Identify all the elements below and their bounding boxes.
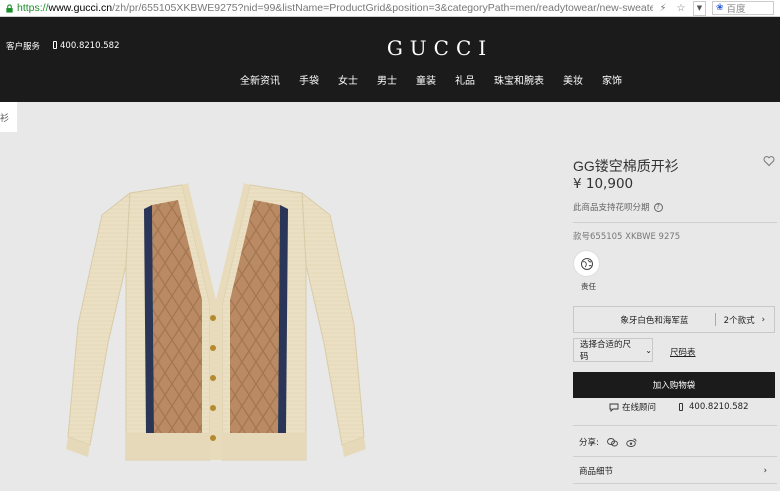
color-name: 象牙白色和海军蓝 <box>620 315 689 326</box>
divider <box>573 456 777 457</box>
product-details-row[interactable]: 商品细节 › <box>573 460 777 482</box>
lock-icon <box>6 3 13 13</box>
contact-phone-number: 400.8210.582 <box>689 402 749 412</box>
chevron-right-icon: › <box>761 314 765 325</box>
url-host: www.gucci.cn <box>48 2 113 14</box>
contact-phone-link[interactable]: 400.8210.582 <box>679 402 748 412</box>
chevron-down-icon: ⌄ <box>645 345 652 355</box>
star-icon[interactable]: ☆ <box>675 2 687 14</box>
nav-item-men[interactable]: 男士 <box>377 72 397 87</box>
paw-icon: ❀ <box>716 3 724 13</box>
product-details-label: 商品细节 <box>579 467 614 477</box>
nav-item-decor[interactable]: 家饰 <box>602 72 622 87</box>
chevron-right-icon: › <box>763 466 767 476</box>
size-select[interactable]: 选择合适的尺码 ⌄ <box>573 338 653 362</box>
size-select-label: 选择合适的尺码 <box>580 340 632 362</box>
nav-item-jewelry-watches[interactable]: 珠宝和腕表 <box>494 72 544 87</box>
color-count: 2个款式 › <box>716 314 774 326</box>
nav-item-new[interactable]: 全新资讯 <box>240 72 280 87</box>
divider <box>573 483 777 484</box>
size-guide-link[interactable]: 尺码表 <box>670 346 696 358</box>
browser-address-bar: https://www.gucci.cn/zh/pr/655105XKBWE92… <box>0 0 780 17</box>
color-count-text: 2个款式 <box>723 315 755 326</box>
help-icon[interactable]: ? <box>653 202 663 212</box>
search-placeholder: 百度 <box>726 4 746 15</box>
divider <box>573 425 777 426</box>
url-field[interactable]: https://www.gucci.cn/zh/pr/655105XKBWE92… <box>17 2 653 14</box>
site-header: 客户服务 400.8210.582 GUCCI 全新资讯 手袋 女士 男士 童装… <box>0 17 780 102</box>
share-label: 分享: <box>579 438 599 448</box>
online-consult-text: 在线顾问 <box>622 403 657 413</box>
url-path: /zh/pr/655105XKBWE9275?nid=99&listName=P… <box>112 2 653 14</box>
nav-item-women[interactable]: 女士 <box>338 72 358 87</box>
breadcrumb[interactable]: 衫 <box>0 102 17 132</box>
nav-item-beauty[interactable]: 美妆 <box>563 72 583 87</box>
product-sku: 款号655105 XKBWE 9275 <box>573 232 681 242</box>
responsibility-button[interactable] <box>573 250 600 277</box>
installment-text: 此商品支持花呗分期 <box>573 203 650 213</box>
online-consult-link[interactable]: 在线顾问 <box>609 401 656 413</box>
browser-search-input[interactable]: ❀ 百度 <box>712 1 774 15</box>
wechat-icon[interactable] <box>606 437 618 447</box>
breadcrumb-text: 衫 <box>0 113 10 124</box>
heart-icon[interactable] <box>763 155 775 167</box>
dropdown-icon[interactable]: ▼ <box>693 0 706 16</box>
nav-item-children[interactable]: 童装 <box>416 72 436 87</box>
responsibility-label: 责任 <box>581 282 596 291</box>
gucci-logo[interactable]: GUCCI <box>0 36 780 60</box>
chat-icon <box>609 403 619 412</box>
url-protocol: https:// <box>17 2 49 14</box>
phone-icon <box>679 403 683 411</box>
main-nav: 全新资讯 手袋 女士 男士 童装 礼品 珠宝和腕表 美妆 家饰 <box>240 72 622 87</box>
add-to-cart-button[interactable]: 加入购物袋 <box>573 372 775 398</box>
product-price: ¥ 10,900 <box>573 176 634 192</box>
share-row: 分享: <box>579 436 637 448</box>
nav-item-gifts[interactable]: 礼品 <box>455 72 475 87</box>
installment-note: 此商品支持花呗分期 ? <box>573 201 663 213</box>
product-title: GG镂空棉质开衫 <box>573 158 679 174</box>
nav-item-handbags[interactable]: 手袋 <box>299 72 319 87</box>
product-image <box>66 183 366 461</box>
lightning-icon[interactable]: ⚡ <box>657 2 669 14</box>
divider <box>573 222 777 223</box>
weibo-icon[interactable] <box>626 438 637 447</box>
color-selector[interactable]: 象牙白色和海军蓝 2个款式 › <box>573 306 775 333</box>
globe-icon <box>580 257 593 270</box>
